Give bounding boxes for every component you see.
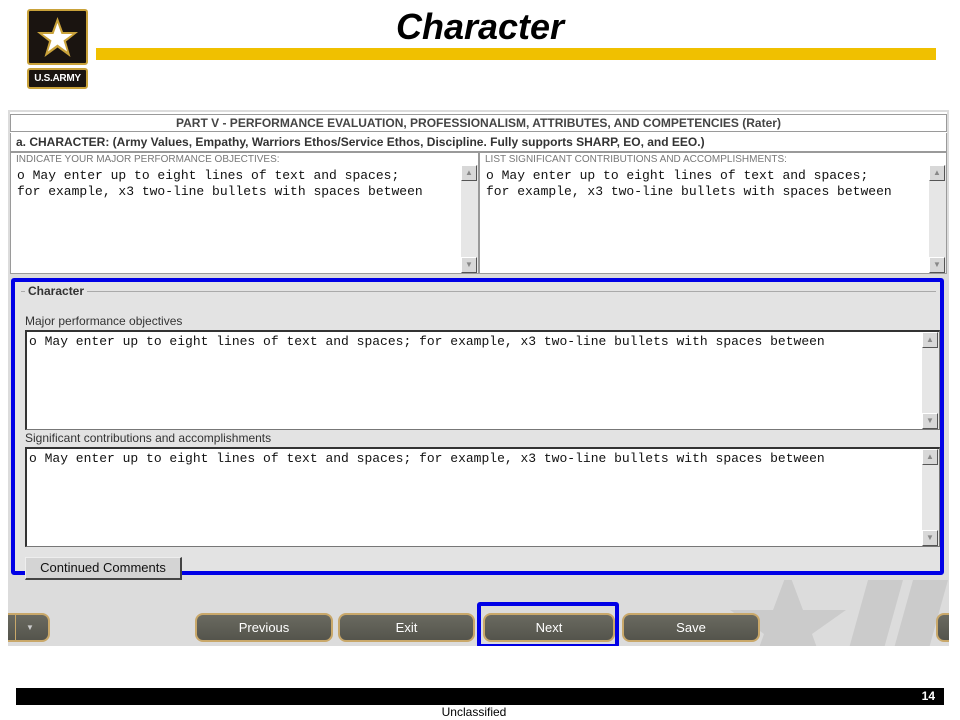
previous-button[interactable]: Previous [195, 613, 333, 642]
objectives-preview-label: INDICATE YOUR MAJOR PERFORMANCE OBJECTIV… [16, 154, 280, 165]
exit-button[interactable]: Exit [338, 613, 475, 642]
part-header: PART V - PERFORMANCE EVALUATION, PROFESS… [10, 114, 947, 132]
contributions-textarea[interactable]: o May enter up to eight lines of text an… [25, 447, 940, 547]
objectives-preview-field[interactable]: INDICATE YOUR MAJOR PERFORMANCE OBJECTIV… [10, 152, 479, 274]
background-star-icon [730, 580, 948, 646]
save-button[interactable]: Save [622, 613, 760, 642]
objectives-textarea[interactable]: o May enter up to eight lines of text an… [25, 330, 940, 430]
contributions-preview-label: LIST SIGNIFICANT CONTRIBUTIONS AND ACCOM… [485, 154, 787, 165]
dropdown-separator [15, 615, 16, 640]
slide-title: Character [395, 6, 565, 47]
objectives-preview-text: o May enter up to eight lines of text an… [17, 168, 423, 199]
scroll-up-icon[interactable]: ▲ [461, 165, 477, 181]
objectives-scrollbar[interactable]: ▲ ▼ [922, 332, 939, 429]
scroll-down-icon[interactable]: ▼ [922, 413, 938, 429]
scroll-down-icon[interactable]: ▼ [929, 257, 945, 273]
star-icon [37, 17, 78, 57]
character-fieldset: Character Major performance objectives o… [21, 284, 940, 580]
contributions-preview-field[interactable]: LIST SIGNIFICANT CONTRIBUTIONS AND ACCOM… [479, 152, 947, 274]
contributions-text: o May enter up to eight lines of text an… [29, 451, 825, 466]
scroll-up-icon[interactable]: ▲ [929, 165, 945, 181]
gold-divider [96, 48, 936, 60]
character-legend: Character [25, 284, 88, 298]
more-button[interactable] [936, 613, 949, 642]
army-star-badge [27, 9, 88, 65]
contributions-scrollbar[interactable]: ▲ ▼ [922, 449, 939, 546]
footer-bar: 14 [16, 688, 944, 705]
logo-text: U.S.ARMY [27, 68, 88, 89]
scroll-down-icon[interactable]: ▼ [922, 530, 938, 546]
page-number: 14 [921, 689, 935, 703]
scroll-down-icon[interactable]: ▼ [461, 257, 477, 273]
scroll-up-icon[interactable]: ▲ [922, 449, 938, 465]
chevron-down-icon: ▼ [26, 623, 34, 632]
classification-label: Unclassified [441, 705, 507, 719]
objectives-text: o May enter up to eight lines of text an… [29, 334, 825, 349]
contributions-preview-text: o May enter up to eight lines of text an… [486, 168, 892, 199]
character-header: a. CHARACTER: (Army Values, Empathy, War… [10, 133, 947, 152]
character-group-highlight: Character Major performance objectives o… [11, 278, 944, 580]
objectives-label: Major performance objectives [25, 314, 183, 328]
contributions-label: Significant contributions and accomplish… [25, 431, 272, 445]
section-dropdown-button[interactable]: ▼ [8, 613, 50, 642]
evaluation-form-app: PART V - PERFORMANCE EVALUATION, PROFESS… [8, 110, 949, 646]
continued-comments-button[interactable]: Continued Comments [25, 557, 182, 580]
next-button-highlight [477, 602, 619, 646]
contributions-preview-scrollbar[interactable]: ▲ ▼ [929, 165, 946, 273]
navigation-bar: ▼ Previous Exit Next Save [8, 580, 949, 646]
objectives-preview-scrollbar[interactable]: ▲ ▼ [461, 165, 478, 273]
form-preview: PART V - PERFORMANCE EVALUATION, PROFESS… [10, 112, 947, 274]
us-army-logo: U.S.ARMY [27, 9, 88, 89]
scroll-up-icon[interactable]: ▲ [922, 332, 938, 348]
